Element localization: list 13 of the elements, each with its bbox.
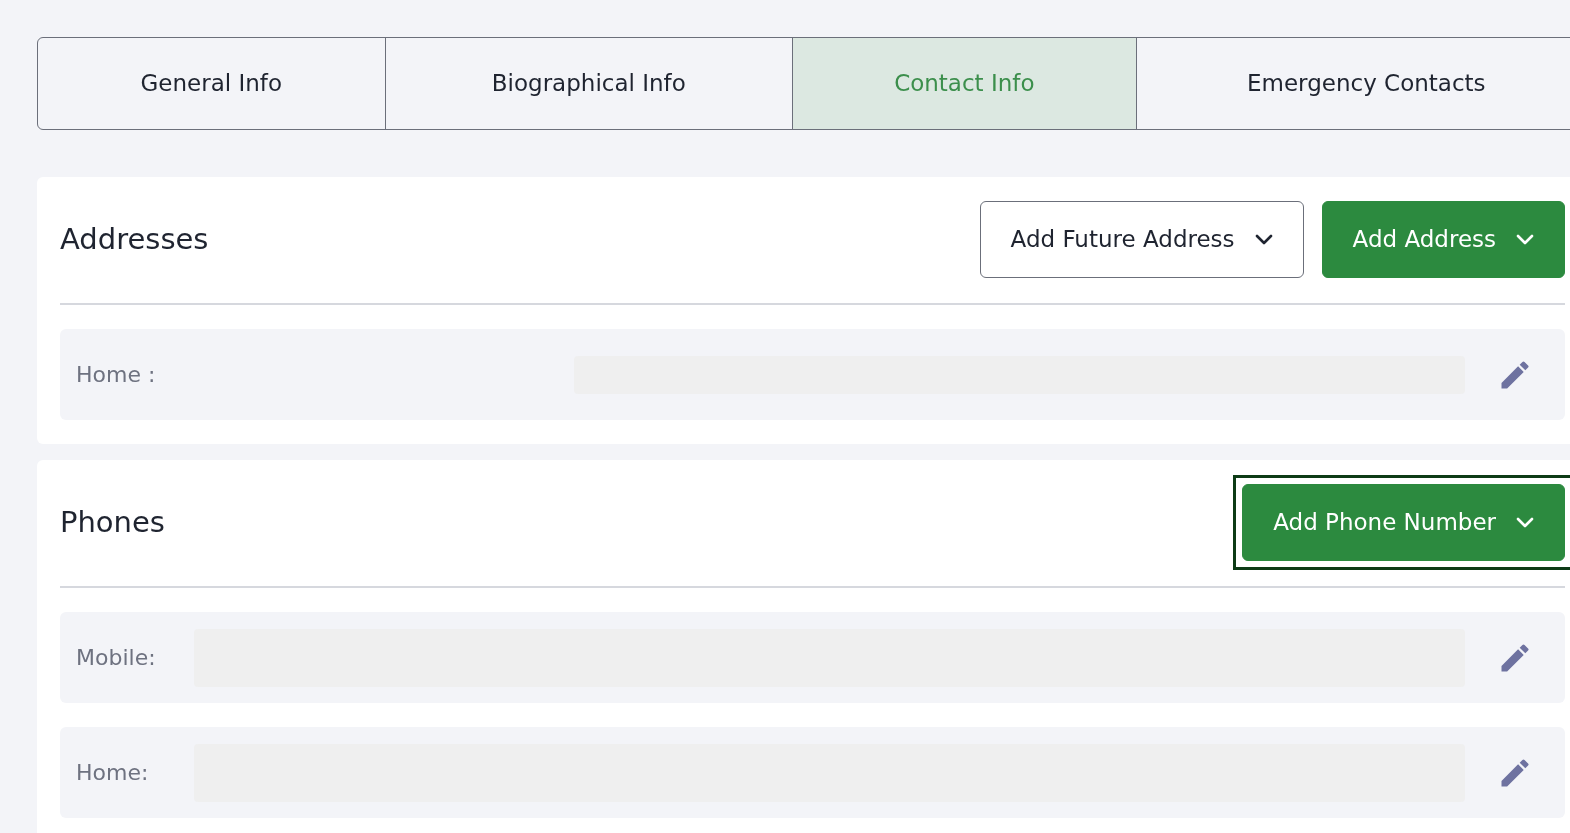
- chevron-down-icon: [1516, 233, 1534, 246]
- tab[interactable]: General Info: [38, 38, 385, 129]
- chevron-down-icon: [1516, 516, 1534, 529]
- chevron-down-icon: [1254, 233, 1273, 246]
- dropdown-button[interactable]: Add Phone Number: [1242, 484, 1565, 561]
- tab[interactable]: Emergency Contacts: [1135, 38, 1570, 129]
- row-label: Home :: [76, 361, 157, 389]
- row-label: Mobile:: [76, 644, 157, 672]
- row-label: Home:: [76, 759, 150, 787]
- section-title: Addresses: [60, 220, 209, 258]
- section-title: Phones: [60, 503, 165, 541]
- dropdown-button[interactable]: Add Future Address: [979, 201, 1304, 278]
- dropdown-button[interactable]: Add Address: [1321, 201, 1565, 278]
